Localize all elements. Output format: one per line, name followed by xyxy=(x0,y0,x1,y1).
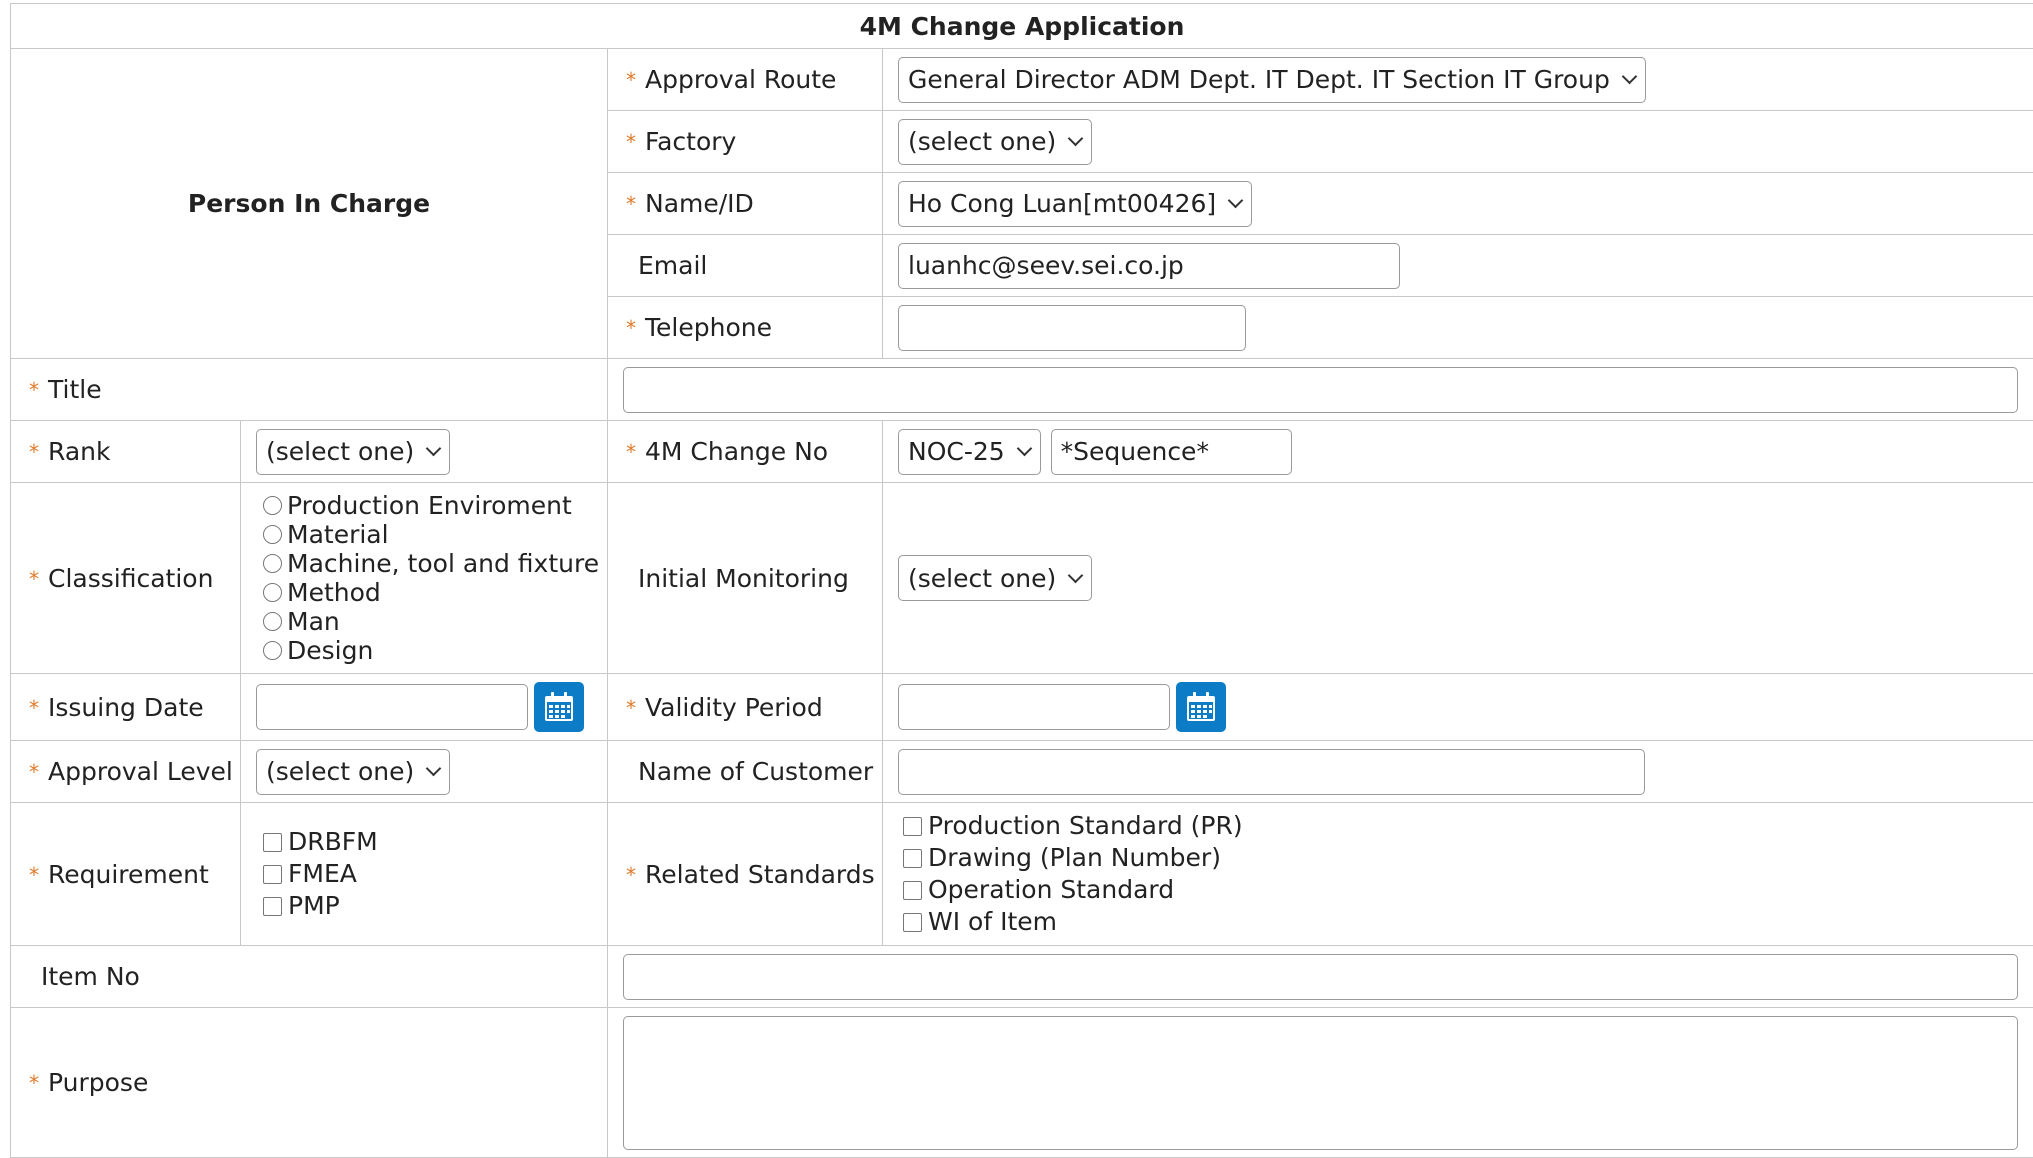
classification-option[interactable]: Machine, tool and fixture xyxy=(263,549,607,578)
chevron-down-icon xyxy=(1068,131,1084,147)
radio-button[interactable] xyxy=(263,612,282,631)
form-title: 4M Change Application xyxy=(11,4,2033,49)
item-no-input[interactable] xyxy=(623,954,2018,1000)
name-id-label: *Name/ID xyxy=(608,173,883,235)
checkbox[interactable] xyxy=(263,897,282,916)
rank-label: *Rank xyxy=(11,421,241,483)
checkbox[interactable] xyxy=(263,865,282,884)
related-standards-checkbox-group: Production Standard (PR) Drawing (Plan N… xyxy=(903,810,2033,938)
rank-select[interactable]: (select one) xyxy=(256,429,450,475)
title-label: *Title xyxy=(11,359,608,421)
related-standards-label: *Related Standards xyxy=(608,803,883,946)
initial-monitoring-select[interactable]: (select one) xyxy=(898,555,1092,601)
factory-select[interactable]: (select one) xyxy=(898,119,1092,165)
name-id-select[interactable]: Ho Cong Luan[mt00426] xyxy=(898,181,1252,227)
change-application-form: 4M Change Application Person In Charge *… xyxy=(10,3,2033,1158)
radio-button[interactable] xyxy=(263,554,282,573)
requirement-option[interactable]: PMP xyxy=(263,890,607,922)
checkbox[interactable] xyxy=(903,913,922,932)
customer-name-input[interactable] xyxy=(898,749,1645,795)
change-no-label: *4M Change No xyxy=(608,421,883,483)
related-standard-option[interactable]: Operation Standard xyxy=(903,874,2033,906)
radio-button[interactable] xyxy=(263,525,282,544)
factory-label: *Factory xyxy=(608,111,883,173)
related-standard-option[interactable]: WI of Item xyxy=(903,906,2033,938)
email-input[interactable]: luanhc@seev.sei.co.jp xyxy=(898,243,1400,289)
email-label: Email xyxy=(608,235,883,297)
radio-button[interactable] xyxy=(263,496,282,515)
radio-button[interactable] xyxy=(263,641,282,660)
requirement-label: *Requirement xyxy=(11,803,241,946)
checkbox[interactable] xyxy=(263,833,282,852)
customer-name-label: Name of Customer xyxy=(608,741,883,803)
requirement-option[interactable]: FMEA xyxy=(263,858,607,890)
change-no-sequence-input[interactable]: *Sequence* xyxy=(1051,429,1292,475)
chevron-down-icon xyxy=(1016,441,1032,457)
classification-radio-group: Production Enviroment Material Machine, … xyxy=(263,491,607,665)
telephone-input[interactable] xyxy=(898,305,1246,351)
title-input[interactable] xyxy=(623,367,2018,413)
issuing-date-input[interactable] xyxy=(256,684,528,730)
approval-level-select[interactable]: (select one) xyxy=(256,749,450,795)
chevron-down-icon xyxy=(426,441,442,457)
initial-monitoring-label: Initial Monitoring xyxy=(608,483,883,674)
required-marker: * xyxy=(626,68,636,92)
calendar-icon[interactable] xyxy=(534,682,584,732)
classification-option[interactable]: Design xyxy=(263,636,607,665)
requirement-option[interactable]: DRBFM xyxy=(263,826,607,858)
purpose-textarea[interactable] xyxy=(623,1016,2018,1150)
change-no-prefix-select[interactable]: NOC-25 xyxy=(898,429,1041,475)
classification-label: *Classification xyxy=(11,483,241,674)
requirement-checkbox-group: DRBFM FMEA PMP xyxy=(263,826,607,922)
classification-option[interactable]: Production Enviroment xyxy=(263,491,607,520)
chevron-down-icon xyxy=(1622,69,1638,85)
person-in-charge-heading: Person In Charge xyxy=(11,49,608,359)
approval-level-label: *Approval Level xyxy=(11,741,241,803)
chevron-down-icon xyxy=(1228,193,1244,209)
calendar-icon[interactable] xyxy=(1176,682,1226,732)
checkbox[interactable] xyxy=(903,881,922,900)
radio-button[interactable] xyxy=(263,583,282,602)
issuing-date-label: *Issuing Date xyxy=(11,674,241,741)
classification-option[interactable]: Man xyxy=(263,607,607,636)
related-standard-option[interactable]: Drawing (Plan Number) xyxy=(903,842,2033,874)
classification-option[interactable]: Method xyxy=(263,578,607,607)
validity-period-label: *Validity Period xyxy=(608,674,883,741)
telephone-label: *Telephone xyxy=(608,297,883,359)
chevron-down-icon xyxy=(1068,567,1084,583)
classification-option[interactable]: Material xyxy=(263,520,607,549)
checkbox[interactable] xyxy=(903,849,922,868)
checkbox[interactable] xyxy=(903,817,922,836)
validity-period-input[interactable] xyxy=(898,684,1170,730)
approval-route-label: *Approval Route xyxy=(608,49,883,111)
chevron-down-icon xyxy=(426,761,442,777)
item-no-label: Item No xyxy=(11,946,608,1008)
related-standard-option[interactable]: Production Standard (PR) xyxy=(903,810,2033,842)
purpose-label: *Purpose xyxy=(11,1008,608,1158)
approval-route-select[interactable]: General Director ADM Dept. IT Dept. IT S… xyxy=(898,57,1646,103)
